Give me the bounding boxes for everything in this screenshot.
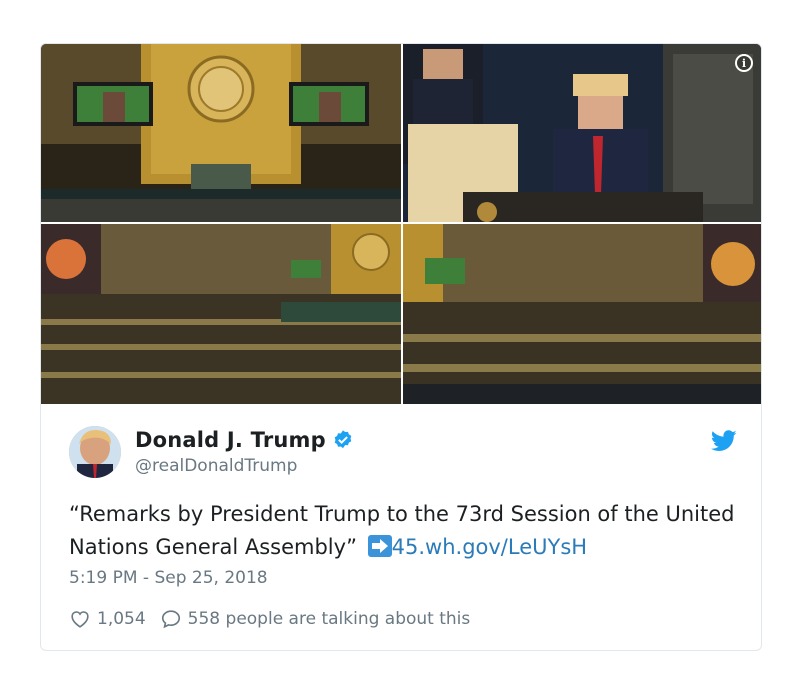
author-name-row: Donald J. Trump <box>135 428 354 452</box>
like-count: 1,054 <box>97 609 146 629</box>
tweet-body: Donald J. Trump @realDonaldTrump “Remark… <box>41 404 761 650</box>
info-icon[interactable]: i <box>735 54 753 72</box>
author-handle[interactable]: @realDonaldTrump <box>135 456 297 476</box>
tweet-timestamp[interactable]: 5:19 PM - Sep 25, 2018 <box>69 568 268 588</box>
arrow-right-icon <box>367 535 392 557</box>
talking-count: 558 people are talking about this <box>187 609 471 629</box>
embedded-tweet-card[interactable]: i Donald J. Trump @realDonaldTrump “Rema… <box>40 43 762 651</box>
display-name[interactable]: Donald J. Trump <box>135 428 326 452</box>
tweet-actions: 1,054 558 people are talking about this <box>69 608 484 630</box>
like-action[interactable]: 1,054 <box>69 608 146 630</box>
talking-action[interactable]: 558 people are talking about this <box>160 608 471 630</box>
tweet-text: “Remarks by President Trump to the 73rd … <box>69 498 739 564</box>
photo-un-general-assembly-hall[interactable] <box>41 44 401 222</box>
photo-assembly-audience-right[interactable] <box>403 224 761 404</box>
verified-badge-icon <box>334 430 352 449</box>
photo-grid: i <box>41 44 761 404</box>
avatar[interactable] <box>69 426 121 478</box>
speech-bubble-icon <box>161 610 180 629</box>
heart-icon <box>71 611 89 628</box>
twitter-bird-icon[interactable] <box>711 430 737 452</box>
photo-speaker-at-podium[interactable]: i <box>403 44 761 222</box>
photo-assembly-audience-left[interactable] <box>41 224 401 404</box>
tweet-link[interactable]: 45.wh.gov/LeUYsH <box>392 535 587 559</box>
